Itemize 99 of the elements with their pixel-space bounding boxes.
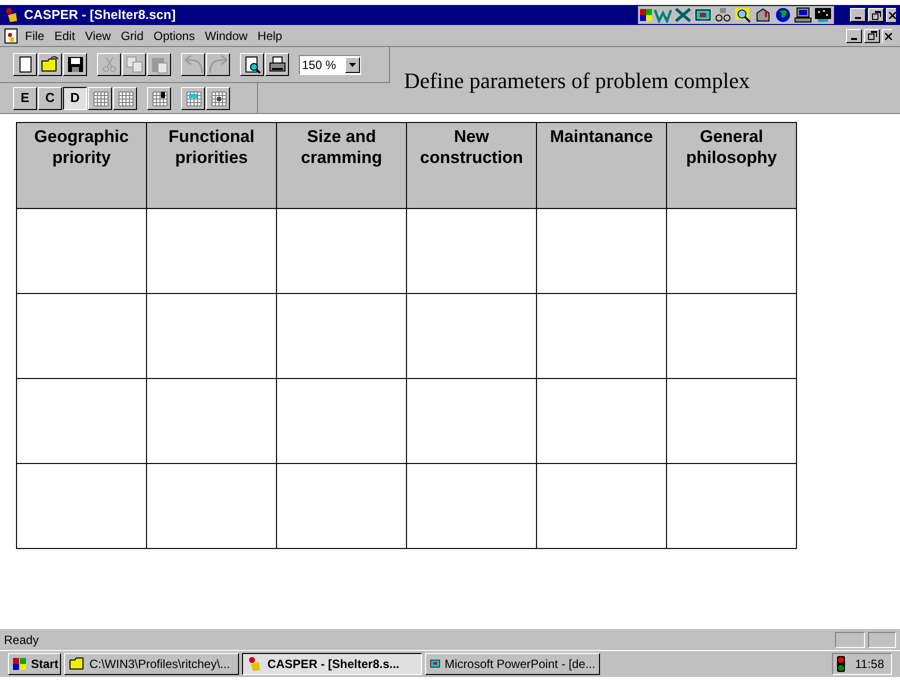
copy-icon — [124, 55, 144, 74]
mailbox-icon[interactable] — [754, 7, 772, 23]
globe-icon[interactable] — [774, 7, 792, 23]
redo-arrow-icon — [208, 55, 228, 74]
casper-logo-icon — [4, 7, 20, 23]
folder-icon — [40, 55, 60, 74]
table-cell[interactable] — [16, 464, 146, 548]
status-panel — [835, 632, 865, 648]
column-header: Maintanance — [536, 122, 666, 208]
table-cell[interactable] — [276, 208, 406, 294]
restore-button[interactable] — [868, 8, 884, 22]
grid-button[interactable] — [181, 86, 205, 110]
computer-icon[interactable] — [794, 7, 812, 23]
windows-logo-icon — [11, 657, 27, 671]
traffic-light-icon — [837, 656, 845, 672]
slide-icon[interactable] — [694, 7, 712, 23]
table-cell[interactable] — [146, 208, 276, 294]
table-cell[interactable] — [146, 294, 276, 378]
screen-icon[interactable] — [814, 7, 832, 23]
grid-icon — [90, 88, 110, 108]
x-letter-icon[interactable] — [674, 7, 692, 23]
status-panel — [868, 632, 896, 648]
close-button[interactable] — [886, 8, 896, 22]
table-cell[interactable] — [406, 464, 536, 548]
minimize-button[interactable] — [850, 8, 866, 22]
undo-arrow-icon — [184, 55, 202, 74]
table-cell[interactable] — [666, 378, 796, 464]
restore-icon — [872, 10, 880, 20]
column-header: Functional priorities — [146, 122, 276, 208]
page-button[interactable] — [13, 53, 37, 76]
menu-item[interactable]: File — [20, 26, 50, 44]
grid-button[interactable] — [206, 86, 230, 110]
table-cell[interactable] — [146, 378, 276, 464]
start-button[interactable]: Start — [8, 653, 62, 675]
table-cell[interactable] — [16, 378, 146, 464]
table-cell[interactable] — [16, 208, 146, 294]
document-icon[interactable] — [4, 28, 18, 44]
grid-edit-icon — [150, 88, 168, 108]
folder-button[interactable] — [38, 53, 62, 76]
printer-button[interactable] — [265, 53, 289, 76]
table-cell[interactable] — [276, 378, 406, 464]
taskbar-button[interactable]: C:\WIN3\Profiles\ritchey\... — [64, 653, 240, 675]
window-title: CASPER - [Shelter8.scn] — [24, 6, 176, 24]
menu-item[interactable]: Grid — [116, 26, 148, 44]
clipboard-icon — [150, 55, 168, 74]
table-cell[interactable] — [666, 294, 796, 378]
menu-item[interactable]: Help — [252, 26, 288, 44]
grid-button[interactable] — [147, 86, 171, 110]
grid-dot-icon — [208, 88, 228, 108]
table-cell[interactable] — [536, 208, 666, 294]
floppy-disk-button[interactable] — [63, 53, 87, 76]
page-magnifier-icon — [242, 55, 262, 74]
table-cell[interactable] — [666, 208, 796, 294]
table-cell[interactable] — [406, 378, 536, 464]
clock: 11:58 — [855, 656, 884, 673]
grid-icon — [116, 88, 134, 108]
folder-icon — [69, 656, 86, 672]
magnifier-icon[interactable] — [734, 7, 752, 23]
table-cell[interactable] — [276, 294, 406, 378]
table-cell[interactable] — [276, 464, 406, 548]
column-header: Geographic priority — [16, 122, 146, 208]
column-header: Size and cramming — [276, 122, 406, 208]
close-icon — [889, 12, 896, 19]
close-button[interactable] — [882, 28, 892, 42]
zoom-dropdown[interactable]: 150 % — [299, 54, 361, 74]
table-cell[interactable] — [666, 464, 796, 548]
glasses-icon[interactable] — [714, 7, 732, 23]
printer-icon — [268, 55, 286, 74]
minimize-icon — [851, 38, 857, 40]
status-text: Ready — [4, 632, 40, 648]
office-logo-icon[interactable] — [640, 7, 652, 23]
minimize-button[interactable] — [846, 28, 862, 42]
taskbar-button[interactable]: CASPER - [Shelter8.s... — [242, 653, 422, 675]
menu-item[interactable]: Window — [200, 26, 253, 44]
grid-highlight-icon — [184, 88, 202, 108]
grid-button[interactable] — [113, 86, 137, 110]
table-cell[interactable] — [536, 464, 666, 548]
mode-button[interactable]: D — [63, 86, 87, 110]
restore-icon — [868, 31, 876, 40]
restore-button[interactable] — [864, 28, 880, 42]
table-cell[interactable] — [406, 208, 536, 294]
table-cell[interactable] — [536, 294, 666, 378]
table-cell[interactable] — [536, 378, 666, 464]
table-cell[interactable] — [146, 464, 276, 548]
table-cell[interactable] — [406, 294, 536, 378]
heading: Define parameters of problem complex — [404, 67, 750, 95]
close-icon — [885, 32, 892, 40]
table-cell[interactable] — [16, 294, 146, 378]
grid-button[interactable] — [88, 86, 112, 110]
minimize-icon — [855, 17, 861, 19]
taskbar-button[interactable]: Microsoft PowerPoint - [de... — [425, 653, 600, 675]
mode-button[interactable]: C — [38, 86, 62, 110]
menu-item[interactable]: Options — [148, 26, 200, 44]
menu-item[interactable]: View — [80, 26, 116, 44]
mode-button[interactable]: E — [13, 86, 37, 110]
column-header: General philosophy — [666, 122, 796, 208]
column-header: New construction — [406, 122, 536, 208]
page-magnifier-button[interactable] — [240, 53, 264, 76]
menu-item[interactable]: Edit — [49, 26, 80, 44]
